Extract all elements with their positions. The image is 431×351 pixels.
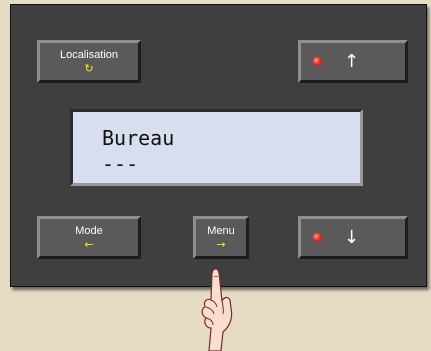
arrow-left-icon: ← (84, 237, 94, 251)
display-line-2: --- (102, 152, 139, 176)
menu-label: Menu (207, 224, 235, 237)
refresh-icon: ↻ (84, 61, 94, 75)
down-button[interactable]: ↓ (298, 216, 408, 259)
mode-button[interactable]: Mode ← (37, 216, 141, 259)
display-line-1: Bureau (102, 126, 175, 150)
lcd-display: Bureau --- (70, 109, 363, 186)
mode-button-content: Mode ← (40, 219, 138, 256)
arrow-down-icon: ↓ (344, 227, 360, 248)
localisation-button-content: Localisation ↻ (40, 43, 138, 80)
up-led-indicator (313, 57, 322, 66)
menu-button-content: Menu → (196, 219, 246, 256)
localisation-label: Localisation (59, 48, 119, 61)
arrow-right-icon: → (216, 237, 226, 251)
down-led-indicator (313, 233, 322, 242)
down-button-content: ↓ (301, 219, 405, 256)
up-button-content: ↑ (301, 43, 405, 80)
arrow-up-icon: ↑ (344, 51, 360, 72)
mode-label: Mode (75, 224, 103, 237)
pointing-hand-icon (201, 268, 233, 351)
localisation-button[interactable]: Localisation ↻ (37, 40, 141, 83)
menu-button[interactable]: Menu → (193, 216, 249, 259)
up-button[interactable]: ↑ (298, 40, 408, 83)
thermostat-panel: Localisation ↻ ↑ Bureau --- Mode ← Menu … (10, 4, 427, 287)
